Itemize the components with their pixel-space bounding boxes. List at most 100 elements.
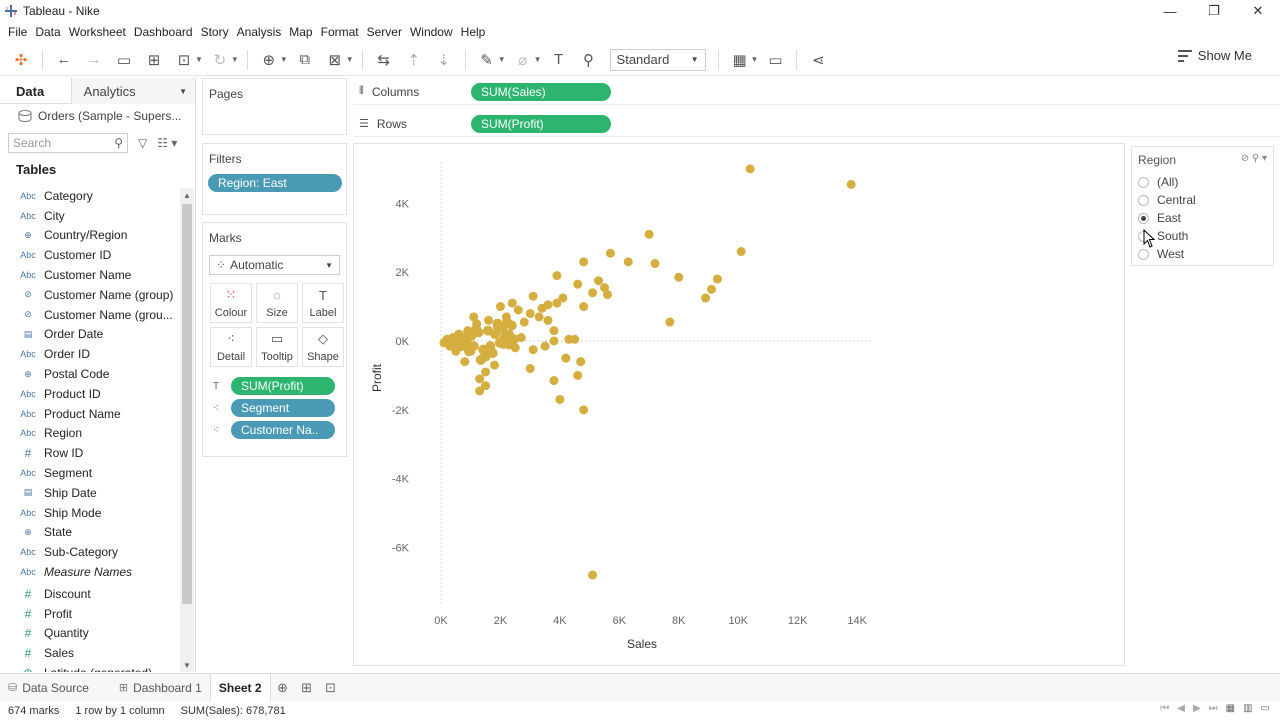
scatter-point[interactable] <box>490 360 500 370</box>
share-icon[interactable]: ⋖ <box>807 49 829 71</box>
field-item[interactable]: # Quantity <box>0 624 180 644</box>
field-item[interactable]: # Profit <box>0 604 180 624</box>
scatter-point[interactable] <box>555 394 565 404</box>
field-item[interactable]: Abc Region <box>0 424 180 444</box>
tableau-home-icon[interactable]: ✣ <box>10 49 32 71</box>
field-item[interactable]: Abc City <box>0 206 180 226</box>
region-option-east[interactable]: East <box>1132 209 1273 227</box>
mark-pill-sum-profit[interactable]: SUM(Profit) <box>231 377 335 395</box>
scatter-point[interactable] <box>573 279 583 289</box>
first-sheet-icon[interactable]: ⏮ <box>1160 703 1169 714</box>
menu-file[interactable]: File <box>8 25 27 39</box>
tab-dashboard-1[interactable]: ⊞ Dashboard 1 <box>111 674 210 702</box>
fit-select[interactable]: Standard ▼ <box>609 48 706 71</box>
filter-pill-region[interactable]: Region: East <box>208 174 342 192</box>
field-item[interactable]: Abc Customer ID <box>0 245 180 265</box>
new-worksheet-icon[interactable]: ⊕ <box>271 678 295 698</box>
scroll-down-icon[interactable]: ▼ <box>180 658 194 672</box>
scatter-point[interactable] <box>706 284 716 294</box>
scatter-point[interactable] <box>561 353 571 363</box>
field-list-scrollbar[interactable]: ▲ ▼ <box>180 188 194 672</box>
swap-rows-columns-icon[interactable]: ⇆ <box>373 49 395 71</box>
redo-icon[interactable]: → <box>83 49 105 71</box>
field-item[interactable]: ▤ Order Date <box>0 325 180 345</box>
scatter-point[interactable] <box>494 337 505 348</box>
detail-button[interactable]: ⁖ Detail <box>210 327 252 367</box>
tab-sheet-2[interactable]: Sheet 2 <box>209 673 271 702</box>
scatter-point[interactable] <box>644 229 654 239</box>
menu-data[interactable]: Data <box>35 25 60 39</box>
field-item[interactable]: ⊕ State <box>0 523 180 543</box>
region-option-all[interactable]: (All) <box>1132 173 1273 191</box>
scatter-point[interactable] <box>484 315 494 325</box>
scatter-point[interactable] <box>579 302 589 312</box>
field-item[interactable]: Abc Product Name <box>0 404 180 424</box>
search-input[interactable]: Search ⚲ <box>8 133 128 153</box>
scatter-point[interactable] <box>623 257 633 267</box>
scatter-point[interactable] <box>495 302 505 312</box>
field-item[interactable]: # Discount <box>0 584 180 604</box>
menu-format[interactable]: Format <box>321 25 359 39</box>
datasource-item[interactable]: Orders (Sample - Supers... <box>0 104 195 128</box>
region-option-central[interactable]: Central <box>1132 191 1273 209</box>
radio-button[interactable] <box>1138 176 1149 188</box>
scatter-point[interactable] <box>481 367 491 377</box>
highlight-icon[interactable]: ✎ <box>476 49 498 71</box>
menu-story[interactable]: Story <box>201 25 229 39</box>
new-story-icon[interactable]: ⊡ <box>319 678 343 698</box>
scatter-point[interactable] <box>492 318 503 329</box>
field-item[interactable]: ⊕ Latitude (generated) <box>0 663 180 672</box>
radio-button[interactable] <box>1138 194 1149 206</box>
field-item[interactable]: ▤ Ship Date <box>0 483 180 503</box>
scatter-point[interactable] <box>519 317 529 327</box>
scatter-point[interactable] <box>487 348 498 359</box>
rows-pill-sum-profit[interactable]: SUM(Profit) <box>471 114 611 133</box>
scatter-point[interactable] <box>846 179 856 189</box>
menu-window[interactable]: Window <box>410 25 453 39</box>
scatter-point[interactable] <box>576 357 586 367</box>
scatter-point[interactable] <box>534 312 544 322</box>
scatter-point[interactable] <box>475 354 486 365</box>
scatter-point[interactable] <box>460 357 470 367</box>
mark-type-select[interactable]: ⁘ Automatic ▼ <box>209 255 340 275</box>
scatter-point[interactable] <box>605 248 615 258</box>
field-item[interactable]: ⊕ Postal Code <box>0 364 180 384</box>
show-me-button[interactable]: Show Me <box>1177 48 1252 63</box>
tab-menu-icon[interactable]: ▼ <box>179 87 187 96</box>
shape-button[interactable]: ◇ Shape <box>302 327 344 367</box>
show-cards-icon[interactable]: ▦ <box>729 49 751 71</box>
field-item[interactable]: ⊕ Country/Region <box>0 226 180 246</box>
new-worksheet-icon[interactable]: ⊕ <box>258 49 280 71</box>
refresh-icon[interactable]: ↻ <box>209 49 231 71</box>
undo-icon[interactable]: ← <box>53 49 75 71</box>
new-datasource-icon[interactable]: ⊞ <box>143 49 165 71</box>
scatter-point[interactable] <box>540 341 550 351</box>
scatter-point[interactable] <box>475 386 485 396</box>
show-filmstrip-icon[interactable]: ▦ <box>1226 703 1235 714</box>
duplicate-sheet-icon[interactable]: ⧉ <box>294 49 316 71</box>
scatter-point[interactable] <box>579 257 589 267</box>
mark-pill-segment[interactable]: Segment <box>231 399 335 417</box>
field-item[interactable]: Abc Customer Name <box>0 265 180 285</box>
show-tabs-icon[interactable]: ▭ <box>1261 703 1270 714</box>
scatter-point[interactable] <box>501 317 512 328</box>
prev-sheet-icon[interactable]: ◀ <box>1177 703 1185 714</box>
scatter-point[interactable] <box>549 336 559 346</box>
scatter-point[interactable] <box>573 370 583 380</box>
scatter-point[interactable] <box>549 376 559 386</box>
field-item[interactable]: Abc Product ID <box>0 384 180 404</box>
sort-ascending-icon[interactable]: ⇡ <box>403 49 425 71</box>
scatter-point[interactable] <box>588 570 598 580</box>
tab-analytics[interactable]: Analytics ▼ <box>71 78 195 104</box>
scatter-point[interactable] <box>528 345 538 355</box>
scatter-point[interactable] <box>482 325 493 336</box>
columns-pill-sum-sales[interactable]: SUM(Sales) <box>471 82 611 101</box>
show-mark-labels-icon[interactable]: T <box>548 49 570 71</box>
scatter-point[interactable] <box>525 308 535 318</box>
scatter-point[interactable] <box>552 271 562 281</box>
field-item[interactable]: ⊘ Customer Name (group) <box>0 285 180 305</box>
scatter-point[interactable] <box>602 290 612 300</box>
filter-menu-icon[interactable]: ⊘ ⚲ ▾ <box>1241 153 1267 167</box>
field-item[interactable]: Abc Order ID <box>0 344 180 364</box>
field-item[interactable]: # Sales <box>0 643 180 663</box>
